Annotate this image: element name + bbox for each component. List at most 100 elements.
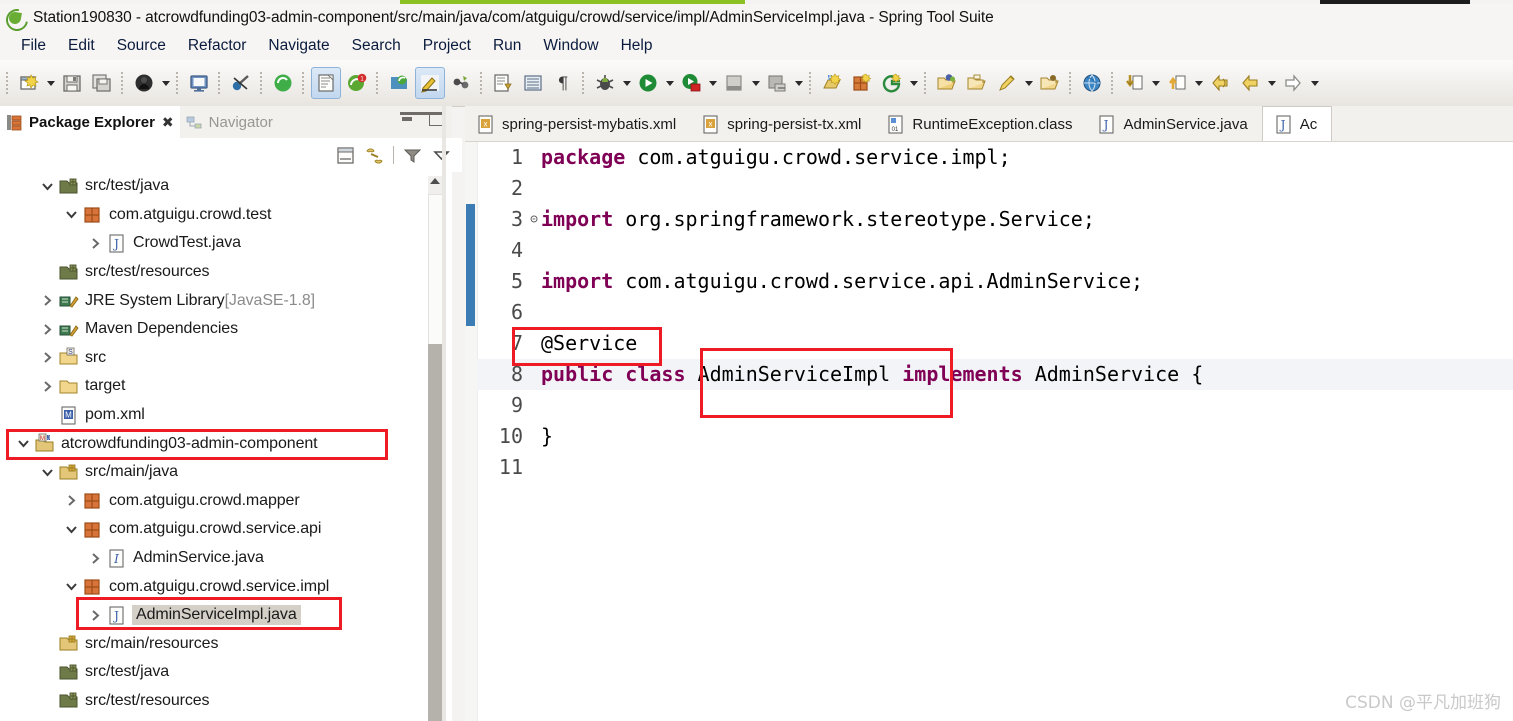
- tree-item[interactable]: target: [0, 372, 440, 401]
- coverage-dropdown-icon[interactable]: [792, 68, 805, 98]
- code-line[interactable]: 4: [477, 235, 1513, 266]
- chevron-right-icon[interactable]: [36, 287, 58, 315]
- editor-tab-runtime-exception[interactable]: 01 RuntimeException.class: [875, 107, 1087, 141]
- new-git-repo-icon[interactable]: [878, 68, 906, 98]
- editor-body[interactable]: 1 package com.atguigu.crowd.service.impl;…: [465, 141, 1513, 721]
- open-folder-icon[interactable]: [963, 68, 991, 98]
- tree-item[interactable]: Maven Dependencies: [0, 315, 440, 344]
- save-icon[interactable]: [58, 68, 86, 98]
- code-line[interactable]: 3 ⊝ import org.springframework.stereotype.…: [477, 204, 1513, 235]
- menu-search[interactable]: Search: [341, 35, 412, 57]
- menu-file[interactable]: File: [10, 35, 57, 57]
- chevron-right-icon[interactable]: [60, 487, 82, 515]
- menu-help[interactable]: Help: [610, 35, 664, 57]
- open-task-icon[interactable]: [311, 67, 341, 99]
- chevron-right-icon[interactable]: [36, 315, 58, 343]
- chevron-down-icon[interactable]: [60, 201, 82, 229]
- tab-navigator[interactable]: Navigator: [180, 106, 279, 138]
- tree-item[interactable]: Ssrc: [0, 344, 440, 373]
- save-all-icon[interactable]: [88, 68, 116, 98]
- open-type-icon[interactable]: [489, 68, 517, 98]
- debug-icon[interactable]: [591, 68, 619, 98]
- back-history-icon[interactable]: [1206, 68, 1234, 98]
- link-editor-icon[interactable]: [447, 68, 475, 98]
- pilcrow-icon[interactable]: ¶: [549, 68, 577, 98]
- debug-dropdown-icon[interactable]: [620, 68, 633, 98]
- sash-divider[interactable]: [442, 106, 446, 721]
- tree-item[interactable]: src/main/java: [0, 458, 440, 487]
- forward-history-icon[interactable]: [1236, 68, 1264, 98]
- menu-window[interactable]: Window: [532, 35, 609, 57]
- chevron-right-icon[interactable]: [36, 372, 58, 400]
- open-file-icon[interactable]: [1036, 68, 1064, 98]
- chevron-down-icon[interactable]: [36, 172, 58, 200]
- tree-item[interactable]: J CrowdTest.java: [0, 229, 440, 258]
- tree-item[interactable]: src/test/java: [0, 172, 440, 201]
- next-annotation-dropdown-icon[interactable]: [1149, 68, 1162, 98]
- tree-item[interactable]: JRE System Library [JavaSE-1.8]: [0, 286, 440, 315]
- menu-project[interactable]: Project: [412, 35, 482, 57]
- stop-icon[interactable]: [720, 68, 748, 98]
- menu-navigate[interactable]: Navigate: [257, 35, 340, 57]
- code-line[interactable]: 11: [477, 452, 1513, 483]
- boot-dashboard-icon[interactable]: [130, 68, 158, 98]
- menu-edit[interactable]: Edit: [57, 35, 106, 57]
- new-wizard-icon[interactable]: [15, 68, 43, 98]
- spring-config-icon[interactable]: [385, 68, 413, 98]
- previous-annotation-dropdown-icon[interactable]: [1192, 68, 1205, 98]
- forward-arrow-dropdown-icon[interactable]: [1308, 68, 1321, 98]
- link-with-editor-icon[interactable]: [364, 145, 385, 166]
- open-resource-icon[interactable]: [933, 68, 961, 98]
- tree-item[interactable]: I AdminService.java: [0, 544, 440, 573]
- run-server-dropdown-icon[interactable]: [706, 68, 719, 98]
- tab-package-explorer[interactable]: Package Explorer ✖: [0, 106, 180, 138]
- tree-item[interactable]: com.atguigu.crowd.service.api: [0, 515, 440, 544]
- menu-refactor[interactable]: Refactor: [177, 35, 258, 57]
- tree-item[interactable]: src/main/resources: [0, 630, 440, 659]
- console-view-icon[interactable]: [185, 68, 213, 98]
- chevron-down-icon[interactable]: [60, 515, 82, 543]
- scroll-up-icon[interactable]: [430, 178, 440, 184]
- tree-item[interactable]: src/test/java: [0, 658, 440, 687]
- package-explorer-scrollbar[interactable]: [428, 176, 445, 721]
- chevron-right-icon[interactable]: [84, 544, 106, 572]
- stop-dropdown-icon[interactable]: [749, 68, 762, 98]
- code-line[interactable]: 1 package com.atguigu.crowd.service.impl;: [477, 142, 1513, 173]
- new-java-class-icon[interactable]: A: [818, 68, 846, 98]
- boot-dashboard-dropdown-icon[interactable]: [159, 68, 172, 98]
- editor-tab-spring-persist-tx[interactable]: x spring-persist-tx.xml: [690, 107, 876, 141]
- view-filter-icon[interactable]: [402, 145, 423, 166]
- new-git-repo-dropdown-icon[interactable]: [907, 68, 920, 98]
- search-marker-dropdown-icon[interactable]: [1022, 68, 1035, 98]
- toggle-block-icon[interactable]: [519, 68, 547, 98]
- tree-item[interactable]: com.atguigu.crowd.test: [0, 201, 440, 230]
- next-annotation-icon[interactable]: [1120, 68, 1148, 98]
- new-package-icon[interactable]: [848, 68, 876, 98]
- collapse-all-icon[interactable]: [335, 145, 356, 166]
- new-wizard-dropdown-icon[interactable]: [44, 68, 57, 98]
- code-line[interactable]: 2: [477, 173, 1513, 204]
- scrollbar-track[interactable]: [428, 344, 443, 721]
- coverage-icon[interactable]: [763, 68, 791, 98]
- spring-boot-app-icon[interactable]: [269, 68, 297, 98]
- chevron-down-icon[interactable]: [36, 458, 58, 486]
- tree-item[interactable]: Mpom.xml: [0, 401, 440, 430]
- code-line[interactable]: 6: [477, 297, 1513, 328]
- close-icon[interactable]: ✖: [162, 114, 174, 131]
- previous-annotation-icon[interactable]: [1163, 68, 1191, 98]
- chevron-right-icon[interactable]: [36, 344, 58, 372]
- search-marker-icon[interactable]: [993, 68, 1021, 98]
- code-line[interactable]: 5 import com.atguigu.crowd.service.api.Ad…: [477, 266, 1513, 297]
- forward-arrow-icon[interactable]: [1279, 68, 1307, 98]
- source-code[interactable]: 1 package com.atguigu.crowd.service.impl;…: [477, 142, 1513, 721]
- globe-icon[interactable]: [1078, 68, 1106, 98]
- forward-history-dropdown-icon[interactable]: [1265, 68, 1278, 98]
- highlight-pen-icon[interactable]: [415, 67, 445, 99]
- run-icon[interactable]: [634, 68, 662, 98]
- tree-item[interactable]: src/test/resources: [0, 258, 440, 287]
- fold-toggle-icon[interactable]: ⊝: [527, 204, 541, 235]
- code-line[interactable]: 9: [477, 390, 1513, 421]
- new-spring-project-icon[interactable]: 1: [343, 68, 371, 98]
- skip-breakpoints-icon[interactable]: [227, 68, 255, 98]
- code-line[interactable]: 10}: [477, 421, 1513, 452]
